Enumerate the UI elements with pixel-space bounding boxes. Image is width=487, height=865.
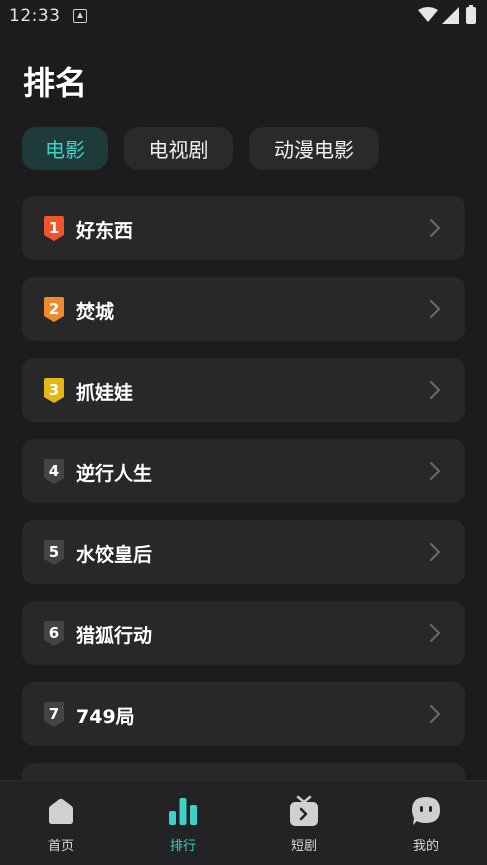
movie-title: 好东西 bbox=[76, 220, 134, 242]
rank-number: 5 bbox=[48, 543, 60, 561]
rank-badge: 3 bbox=[42, 378, 66, 404]
rank-number: 3 bbox=[48, 381, 60, 399]
tab-tv-series[interactable]: 电视剧 bbox=[124, 127, 233, 170]
chevron-right-icon bbox=[430, 462, 441, 480]
chevron-right-icon bbox=[430, 219, 441, 237]
chevron-right-icon bbox=[430, 624, 441, 642]
movie-title: 抓娃娃 bbox=[76, 382, 134, 404]
bottom-nav: 首页 排行 短剧 我的 bbox=[0, 780, 487, 865]
profile-face-icon bbox=[412, 797, 440, 825]
chevron-right-icon bbox=[430, 300, 441, 318]
nav-ranking-label: 排行 bbox=[169, 839, 196, 854]
chevron-right-icon bbox=[430, 381, 441, 399]
notification-a-icon bbox=[73, 9, 87, 23]
status-bar: 12:33 bbox=[0, 0, 487, 32]
rank-number: 2 bbox=[48, 300, 60, 318]
rank-badge: 1 bbox=[42, 216, 66, 242]
signal-icon bbox=[442, 7, 459, 24]
rank-badge: 2 bbox=[42, 297, 66, 323]
chevron-right-icon bbox=[430, 543, 441, 561]
ranking-item[interactable]: 7 749局 bbox=[22, 682, 465, 746]
wifi-icon bbox=[418, 7, 438, 22]
nav-profile[interactable]: 我的 bbox=[386, 795, 466, 854]
ranking-item[interactable]: 3 抓娃娃 bbox=[22, 358, 465, 422]
nav-ranking[interactable]: 排行 bbox=[143, 795, 223, 854]
nav-short-drama-label: 短剧 bbox=[290, 839, 317, 854]
status-time: 12:33 bbox=[9, 6, 61, 26]
ranking-item[interactable]: 2 焚城 bbox=[22, 277, 465, 341]
nav-home[interactable]: 首页 bbox=[21, 795, 101, 854]
rank-number: 1 bbox=[48, 219, 60, 237]
movie-title: 749局 bbox=[76, 706, 135, 728]
rank-badge: 5 bbox=[42, 540, 66, 566]
page-title: 排名 bbox=[23, 64, 88, 102]
home-icon bbox=[49, 798, 73, 824]
ranking-item[interactable]: 4 逆行人生 bbox=[22, 439, 465, 503]
ranking-item[interactable]: 5 水饺皇后 bbox=[22, 520, 465, 584]
ranking-item[interactable]: 6 猎狐行动 bbox=[22, 601, 465, 665]
tab-anime-movies[interactable]: 动漫电影 bbox=[249, 127, 379, 170]
ranking-bars-icon bbox=[169, 798, 197, 825]
ranking-list: 1 好东西 2 焚城 3 抓娃娃 4 逆行人生 5 水饺皇后 6 猎狐行动 7 … bbox=[22, 196, 465, 844]
nav-short-drama[interactable]: 短剧 bbox=[264, 795, 344, 854]
rank-badge: 7 bbox=[42, 702, 66, 728]
movie-title: 逆行人生 bbox=[76, 463, 153, 485]
nav-profile-label: 我的 bbox=[412, 839, 439, 854]
rank-number: 4 bbox=[48, 462, 60, 480]
ranking-screen: 12:33 排名 电影 电视剧 动漫电影 1 好东西 2 焚城 3 抓娃娃 4 … bbox=[0, 0, 487, 865]
rank-badge: 4 bbox=[42, 459, 66, 485]
tab-movies[interactable]: 电影 bbox=[22, 127, 108, 170]
rank-number: 7 bbox=[48, 705, 60, 723]
tv-play-icon bbox=[290, 795, 318, 826]
rank-badge: 6 bbox=[42, 621, 66, 647]
ranking-item[interactable]: 1 好东西 bbox=[22, 196, 465, 260]
nav-home-label: 首页 bbox=[47, 839, 74, 854]
category-tabs: 电影 电视剧 动漫电影 bbox=[22, 127, 379, 170]
movie-title: 焚城 bbox=[76, 301, 115, 323]
movie-title: 水饺皇后 bbox=[76, 544, 153, 566]
rank-number: 6 bbox=[48, 624, 60, 642]
chevron-right-icon bbox=[430, 705, 441, 723]
movie-title: 猎狐行动 bbox=[76, 625, 153, 647]
battery-icon bbox=[466, 5, 476, 24]
